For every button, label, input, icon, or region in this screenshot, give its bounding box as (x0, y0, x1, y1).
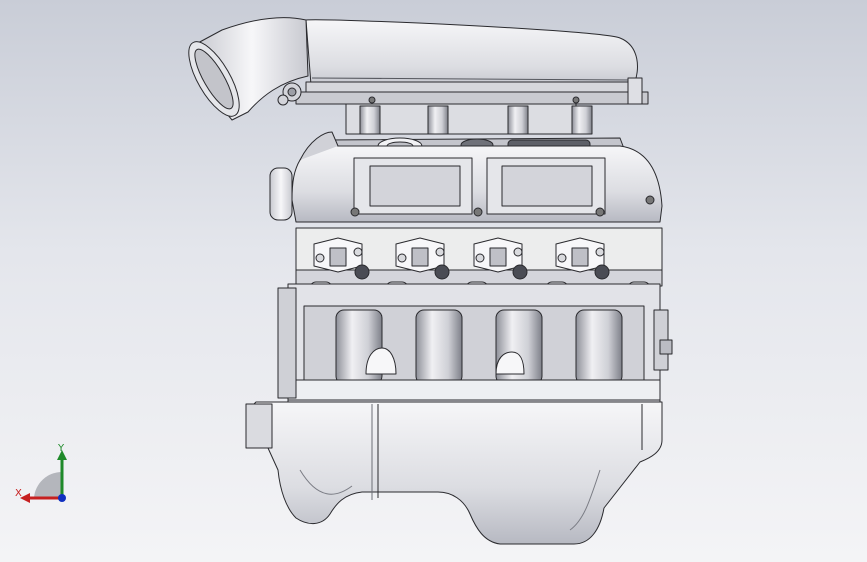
triad-graphic (20, 450, 67, 503)
engine-block (277, 283, 673, 405)
x-axis-label: X (15, 488, 22, 499)
cylinder-head (269, 131, 663, 223)
oil-pan (245, 401, 663, 545)
graphics-viewport[interactable]: X Y (0, 0, 867, 562)
exhaust-flange-plate (295, 227, 663, 287)
y-axis-label: Y (58, 443, 65, 454)
reference-triad: X Y (12, 438, 82, 508)
engine-model[interactable] (0, 0, 867, 562)
